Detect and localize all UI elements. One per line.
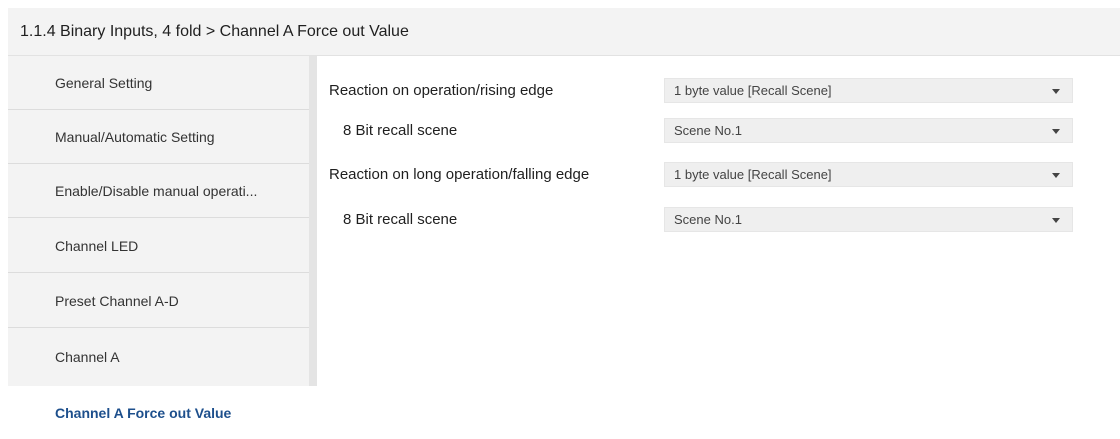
sidebar-item-label: Enable/Disable manual operati... [55, 182, 258, 199]
dropdown-value: 1 byte value [Recall Scene] [674, 83, 832, 98]
sidebar-item-label: Preset Channel A-D [55, 292, 179, 309]
dropdown-value: Scene No.1 [674, 212, 742, 227]
sidebar-item-channel-a[interactable]: Channel A [8, 330, 309, 384]
recall-scene-select-1[interactable]: Scene No.1 [664, 118, 1073, 143]
caret-down-icon [1052, 173, 1060, 178]
caret-down-icon [1052, 129, 1060, 134]
parameter-label-recall-scene-1: 8 Bit recall scene [343, 122, 458, 139]
recall-scene-select-2[interactable]: Scene No.1 [664, 207, 1073, 232]
sidebar-item-manual-automatic-setting[interactable]: Manual/Automatic Setting [8, 110, 309, 164]
parameter-label-falling-edge: Reaction on long operation/falling edge [329, 166, 590, 183]
sidebar-item-label: Channel A [55, 349, 120, 365]
dropdown-value: Scene No.1 [674, 123, 742, 138]
caret-down-icon [1052, 218, 1060, 223]
parameter-panel: Reaction on operation/rising edge 1 byte… [317, 56, 1120, 439]
sidebar-item-channel-led[interactable]: Channel LED [8, 219, 309, 273]
rising-edge-reaction-select[interactable]: 1 byte value [Recall Scene] [664, 78, 1073, 103]
falling-edge-reaction-select[interactable]: 1 byte value [Recall Scene] [664, 162, 1073, 187]
parameter-label-recall-scene-2: 8 Bit recall scene [343, 211, 458, 228]
page-title: 1.1.4 Binary Inputs, 4 fold > Channel A … [20, 23, 409, 40]
sidebar: General Setting Manual/Automatic Setting… [8, 56, 317, 439]
sidebar-item-general-setting[interactable]: General Setting [8, 56, 309, 110]
sidebar-item-label: Manual/Automatic Setting [55, 128, 215, 145]
sidebar-item-channel-a-force-out-value[interactable]: Channel A Force out Value [8, 386, 309, 439]
caret-down-icon [1052, 89, 1060, 94]
sidebar-item-label: Channel A Force out Value [55, 405, 232, 421]
parameter-label-rising-edge: Reaction on operation/rising edge [329, 82, 554, 99]
title-bar: 1.1.4 Binary Inputs, 4 fold > Channel A … [8, 8, 1120, 56]
sidebar-divider [309, 56, 317, 386]
sidebar-item-label: General Setting [55, 74, 153, 91]
sidebar-item-preset-channel-a-d[interactable]: Preset Channel A-D [8, 274, 309, 328]
sidebar-item-enable-disable-manual-operation[interactable]: Enable/Disable manual operati... [8, 164, 309, 218]
dropdown-value: 1 byte value [Recall Scene] [674, 167, 832, 182]
sidebar-item-label: Channel LED [55, 237, 139, 254]
page: 1.1.4 Binary Inputs, 4 fold > Channel A … [0, 0, 1120, 439]
